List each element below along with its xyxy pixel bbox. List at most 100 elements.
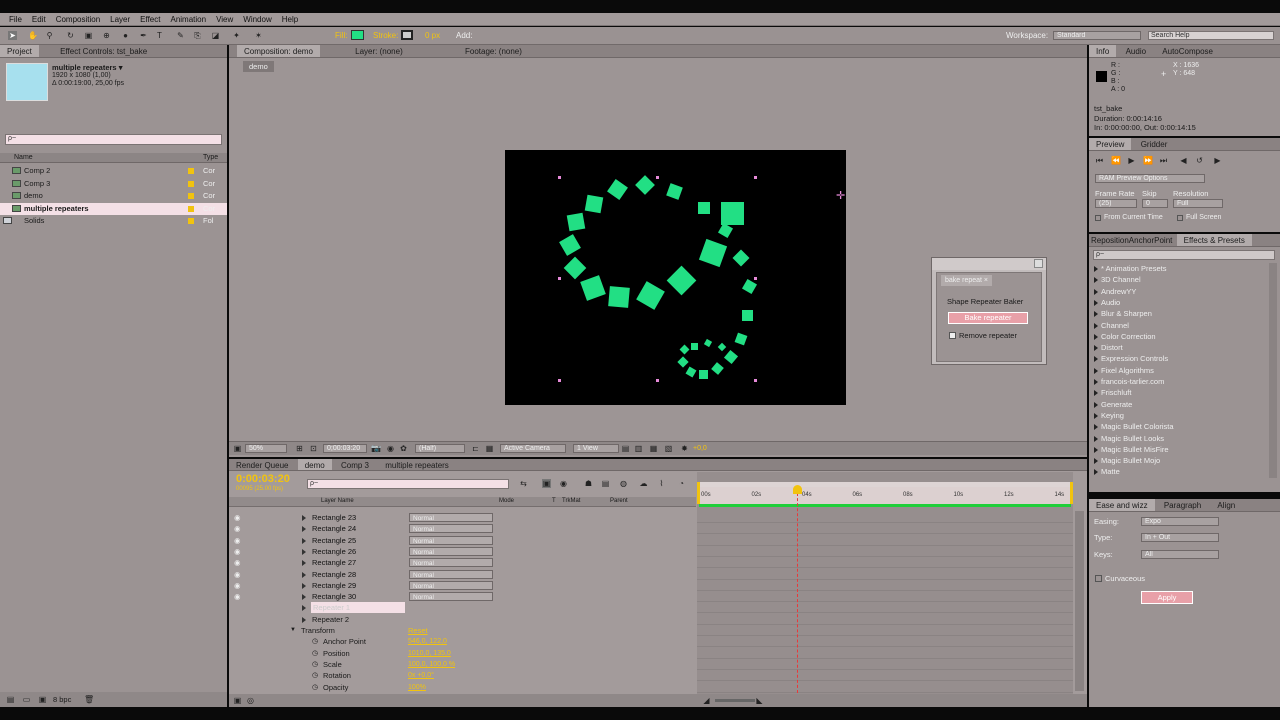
- col-mode[interactable]: Mode: [499, 498, 514, 504]
- roto-tool-icon[interactable]: ✦: [232, 31, 241, 40]
- effects-category[interactable]: Magic Bullet MisFire: [1089, 444, 1269, 455]
- eye-icon[interactable]: ◉: [234, 512, 241, 523]
- clone-tool-icon[interactable]: ⎘: [193, 31, 202, 40]
- tab-layer[interactable]: Layer: (none): [348, 45, 410, 57]
- expand-arrow-icon[interactable]: [1094, 333, 1098, 340]
- timeline-track[interactable]: [697, 535, 1073, 546]
- comp-timecode[interactable]: 0;00:03:20: [323, 444, 367, 453]
- layer-bound-handle[interactable]: [656, 379, 659, 382]
- from-current-checkbox[interactable]: [1095, 215, 1101, 221]
- zoom-out-icon[interactable]: ◢: [702, 696, 711, 705]
- col-trkmat[interactable]: TrkMat: [562, 498, 580, 504]
- live-update-icon[interactable]: ▣: [542, 479, 551, 488]
- effects-category[interactable]: Fixel Algorithms: [1089, 365, 1269, 376]
- comment-icon[interactable]: ◔: [677, 479, 686, 488]
- tab-composition[interactable]: Composition: demo: [237, 45, 320, 57]
- effects-category[interactable]: Blur & Sharpen: [1089, 308, 1269, 319]
- timeline-track[interactable]: [697, 569, 1073, 580]
- ram-preview-icon[interactable]: ▶: [1213, 156, 1222, 165]
- layer-row[interactable]: ◉ Rectangle 29 Normal: [229, 580, 696, 591]
- expand-arrow-icon[interactable]: [302, 605, 306, 612]
- eye-icon[interactable]: ◉: [234, 546, 241, 557]
- expand-arrow-icon[interactable]: [302, 582, 306, 589]
- playhead-handle[interactable]: [793, 485, 802, 494]
- toggle-switches-icon[interactable]: ▣: [233, 696, 242, 705]
- blend-mode-dropdown[interactable]: Normal: [409, 535, 493, 545]
- brush-tool-icon[interactable]: ✎: [176, 31, 185, 40]
- expand-arrow-icon[interactable]: [1094, 412, 1098, 419]
- col-name[interactable]: Name: [14, 154, 33, 161]
- effects-category[interactable]: Keying: [1089, 410, 1269, 421]
- timeline-track[interactable]: [697, 614, 1073, 625]
- type-dropdown[interactable]: In + Out: [1141, 533, 1219, 542]
- effects-category[interactable]: Color Correction: [1089, 331, 1269, 342]
- full-screen-checkbox[interactable]: [1177, 215, 1183, 221]
- comp-mini-flowchart-icon[interactable]: ⇆: [519, 479, 528, 488]
- blend-mode-dropdown[interactable]: Normal: [409, 569, 493, 579]
- tab-paragraph[interactable]: Paragraph: [1157, 499, 1208, 511]
- expand-arrow-icon[interactable]: [1094, 367, 1098, 374]
- project-item[interactable]: Comp 2 Cor: [0, 165, 227, 177]
- tab-multiple-repeaters[interactable]: multiple repeaters: [378, 459, 456, 470]
- expand-arrow-icon[interactable]: [1094, 299, 1098, 306]
- expand-arrow-icon[interactable]: [1094, 446, 1098, 453]
- hide-shy-icon[interactable]: ☗: [584, 479, 593, 488]
- expand-arrow-icon[interactable]: [1094, 345, 1098, 352]
- reset-link[interactable]: Reset: [408, 625, 428, 636]
- effects-category[interactable]: Distort: [1089, 342, 1269, 353]
- zoom-tool-icon[interactable]: ⚲: [45, 31, 54, 40]
- resolution-dropdown[interactable]: Full: [1173, 199, 1223, 208]
- effects-scrollbar[interactable]: [1269, 263, 1277, 478]
- effects-category[interactable]: Magic Bullet Mojo: [1089, 455, 1269, 466]
- play-icon[interactable]: ▶: [1127, 156, 1136, 165]
- timeline-track[interactable]: [697, 557, 1073, 569]
- tab-preview[interactable]: Preview: [1089, 138, 1132, 150]
- effects-category[interactable]: Matte: [1089, 466, 1269, 477]
- snapshot-icon[interactable]: 📷: [371, 444, 381, 453]
- tab-project[interactable]: Project: [0, 45, 39, 57]
- repeater-1-row[interactable]: Repeater 1: [229, 602, 696, 614]
- camera-dropdown[interactable]: Active Camera: [500, 444, 566, 453]
- expand-arrow-icon[interactable]: [1094, 288, 1098, 295]
- expand-arrow-icon[interactable]: [302, 616, 306, 623]
- flowchart-icon[interactable]: ▧: [664, 444, 673, 453]
- effects-category[interactable]: 3D Channel: [1089, 274, 1269, 285]
- property-value[interactable]: 100,0, 100,0 %: [408, 659, 455, 670]
- property-row[interactable]: ◷ Position 1010,0, 135,0: [229, 648, 696, 659]
- timeline-track[interactable]: [697, 682, 1073, 693]
- first-frame-icon[interactable]: ⏮: [1095, 156, 1104, 165]
- timeline-track[interactable]: [697, 546, 1073, 557]
- timeline-timecode[interactable]: 0:00:03:20: [236, 473, 290, 485]
- effects-category[interactable]: Audio: [1089, 297, 1269, 308]
- project-search-input[interactable]: ρ~: [5, 134, 222, 145]
- layer-row[interactable]: ◉ Rectangle 24 Normal: [229, 523, 696, 534]
- blend-mode-dropdown[interactable]: Normal: [409, 580, 493, 590]
- anchor-point-marker[interactable]: ✛: [836, 189, 845, 202]
- eye-icon[interactable]: ◉: [234, 535, 241, 546]
- effects-category[interactable]: francois-tarlier.com: [1089, 376, 1269, 387]
- layer-row[interactable]: ◉ Rectangle 27 Normal: [229, 557, 696, 568]
- graph-editor-icon[interactable]: ⌇: [657, 479, 666, 488]
- expand-arrow-icon[interactable]: [1094, 469, 1098, 476]
- layer-bound-handle[interactable]: [656, 176, 659, 179]
- timeline-track[interactable]: [697, 625, 1073, 636]
- layer-row[interactable]: ◉ Rectangle 25 Normal: [229, 535, 696, 546]
- toggle-pixel-icon[interactable]: ▤: [621, 444, 630, 453]
- timeline-track[interactable]: [697, 602, 1073, 614]
- tab-align[interactable]: Align: [1210, 499, 1242, 511]
- toggle-modes-icon[interactable]: ◎: [246, 696, 255, 705]
- expand-arrow-icon[interactable]: [302, 571, 306, 578]
- property-value[interactable]: 546,0, 122,0: [408, 636, 447, 647]
- project-item[interactable]: Solids Fol: [0, 215, 227, 227]
- blend-mode-dropdown[interactable]: Normal: [409, 513, 493, 522]
- expand-arrow-icon[interactable]: [1094, 277, 1098, 284]
- col-type[interactable]: Type: [203, 154, 218, 161]
- layer-bound-handle[interactable]: [558, 277, 561, 280]
- frame-blending-icon[interactable]: ▤: [601, 479, 610, 488]
- menu-composition[interactable]: Composition: [51, 13, 105, 26]
- show-snapshot-icon[interactable]: ◉: [386, 444, 395, 453]
- tab-info[interactable]: Info: [1089, 45, 1117, 57]
- property-value[interactable]: 0x +0,0°: [408, 670, 434, 681]
- expand-arrow-icon[interactable]: [1094, 435, 1098, 442]
- transform-row[interactable]: ▼ Transform Reset: [229, 625, 696, 636]
